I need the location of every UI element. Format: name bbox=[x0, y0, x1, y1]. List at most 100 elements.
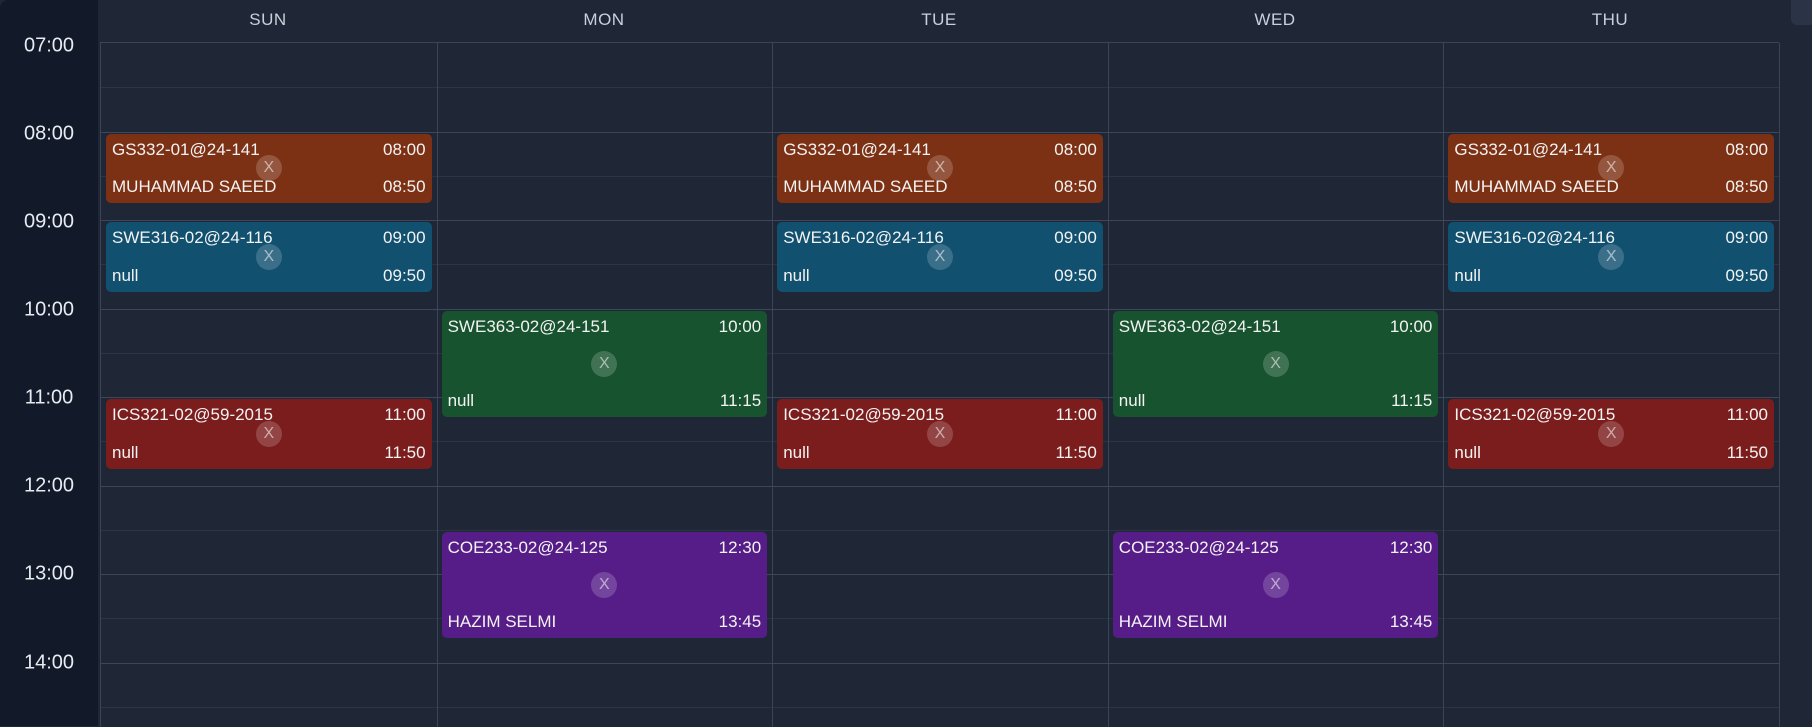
start-time: 11:00 bbox=[384, 405, 426, 424]
start-time: 10:00 bbox=[718, 316, 762, 336]
remove-event-button[interactable]: X bbox=[591, 350, 618, 377]
grid-line bbox=[101, 529, 1779, 531]
collapse-button[interactable] bbox=[1791, 0, 1812, 25]
course-event[interactable]: GS332-01@24-141 08:00 MUHAMMAD SAEED 08:50 X bbox=[1448, 133, 1774, 204]
remove-event-button[interactable]: X bbox=[1598, 155, 1625, 182]
course-event[interactable]: ICS321-02@59-2015 11:00 null 11:50 X bbox=[106, 399, 432, 469]
start-time: 11:00 bbox=[1055, 405, 1097, 424]
course-code: ICS321-02@59-2015 bbox=[1454, 405, 1616, 424]
day-column-divider bbox=[1779, 43, 1780, 727]
start-time: 12:30 bbox=[718, 537, 762, 557]
time-label-1300: 13:00 bbox=[23, 562, 75, 585]
time-label-1200: 12:00 bbox=[23, 474, 75, 497]
course-code: COE233-02@24-125 bbox=[1118, 537, 1279, 557]
course-code: SWE363-02@24-151 bbox=[447, 316, 610, 336]
day-header-wed: WED bbox=[1254, 10, 1296, 29]
instructor-name: null bbox=[783, 265, 810, 285]
end-time: 13:45 bbox=[1389, 612, 1433, 632]
course-code: SWE363-02@24-151 bbox=[1118, 316, 1281, 336]
day-column-divider bbox=[436, 43, 438, 727]
course-event[interactable]: ICS321-02@59-2015 11:00 null 11:50 X bbox=[777, 399, 1103, 469]
grid-line bbox=[101, 131, 1779, 133]
course-event[interactable]: SWE316-02@24-116 09:00 null 09:50 X bbox=[1448, 222, 1774, 292]
course-code: SWE316-02@24-116 bbox=[1454, 228, 1615, 247]
course-event[interactable]: GS332-01@24-141 08:00 MUHAMMAD SAEED 08:50 X bbox=[777, 133, 1103, 204]
instructor-name: MUHAMMAD SAEED bbox=[112, 177, 277, 197]
course-code: ICS321-02@59-2015 bbox=[112, 405, 273, 424]
schedule-grid: GS332-01@24-141 08:00 MUHAMMAD SAEED 08:50 X… bbox=[100, 0, 1812, 727]
remove-event-button[interactable]: X bbox=[255, 420, 282, 447]
course-code: COE233-02@24-125 bbox=[447, 537, 608, 557]
start-time: 08:00 bbox=[1725, 139, 1768, 159]
grid-line bbox=[101, 574, 1779, 575]
course-code: GS332-01@24-141 bbox=[1454, 139, 1603, 159]
course-code: ICS321-02@59-2015 bbox=[783, 405, 945, 424]
remove-event-button[interactable]: X bbox=[255, 155, 282, 182]
time-label-1400: 14:00 bbox=[23, 651, 75, 674]
time-label-1100: 11:00 bbox=[24, 386, 74, 409]
time-label-1000: 10:00 bbox=[23, 298, 75, 321]
start-time: 12:30 bbox=[1389, 537, 1433, 557]
remove-event-button[interactable]: X bbox=[926, 420, 953, 447]
time-label-0900: 09:00 bbox=[23, 210, 75, 233]
remove-event-button[interactable]: X bbox=[926, 155, 953, 182]
course-event[interactable]: GS332-01@24-141 08:00 MUHAMMAD SAEED 08:50 X bbox=[106, 133, 432, 204]
instructor-name: HAZIM SELMI bbox=[447, 612, 557, 632]
remove-event-button[interactable]: X bbox=[1598, 243, 1625, 270]
remove-event-button[interactable]: X bbox=[926, 243, 953, 270]
end-time: 08:50 bbox=[383, 177, 426, 197]
course-event[interactable]: SWE316-02@24-116 09:00 null 09:50 X bbox=[777, 222, 1103, 292]
course-code: GS332-01@24-141 bbox=[783, 139, 931, 159]
end-time: 11:50 bbox=[384, 442, 426, 462]
instructor-name: null bbox=[1454, 442, 1481, 462]
end-time: 08:50 bbox=[1054, 177, 1097, 197]
time-label-0800: 08:00 bbox=[23, 122, 75, 145]
grid-line bbox=[101, 87, 1779, 89]
end-time: 11:50 bbox=[1055, 442, 1097, 462]
instructor-name: HAZIM SELMI bbox=[1118, 612, 1228, 632]
start-time: 09:00 bbox=[1054, 228, 1097, 247]
end-time: 13:45 bbox=[718, 612, 762, 632]
remove-event-button[interactable]: X bbox=[255, 243, 282, 270]
remove-event-button[interactable]: X bbox=[1262, 350, 1289, 377]
course-event[interactable]: COE233-02@24-125 12:30 HAZIM SELMI 13:45 X bbox=[441, 531, 768, 639]
instructor-name: null bbox=[447, 391, 475, 411]
end-time: 11:15 bbox=[719, 391, 762, 411]
start-time: 11:00 bbox=[1726, 405, 1768, 424]
time-rail: 07:00 08:00 09:00 10:00 11:00 12:00 13:0… bbox=[0, 0, 98, 726]
start-time: 09:00 bbox=[1725, 228, 1768, 247]
grid-line bbox=[101, 352, 1779, 354]
course-event[interactable]: ICS321-02@59-2015 11:00 null 11:50 X bbox=[1448, 399, 1774, 469]
day-column-divider bbox=[1107, 43, 1109, 727]
course-event[interactable]: COE233-02@24-125 12:30 HAZIM SELMI 13:45 X bbox=[1112, 531, 1439, 639]
end-time: 11:15 bbox=[1391, 391, 1433, 411]
course-event[interactable]: SWE363-02@24-151 10:00 null 11:15 X bbox=[441, 310, 768, 418]
grid-line bbox=[101, 618, 1779, 620]
remove-event-button[interactable]: X bbox=[1598, 420, 1625, 447]
day-header-sun: SUN bbox=[249, 10, 287, 29]
instructor-name: null bbox=[783, 442, 810, 462]
course-event[interactable]: SWE363-02@24-151 10:00 null 11:15 X bbox=[1112, 310, 1439, 418]
day-header-mon: MON bbox=[583, 10, 625, 29]
instructor-name: null bbox=[112, 265, 139, 285]
course-code: SWE316-02@24-116 bbox=[112, 228, 273, 247]
remove-event-button[interactable]: X bbox=[1262, 572, 1289, 599]
day-header-thu: THU bbox=[1591, 10, 1629, 29]
end-time: 09:50 bbox=[1054, 265, 1097, 285]
instructor-name: null bbox=[1118, 391, 1146, 411]
remove-event-button[interactable]: X bbox=[591, 572, 618, 599]
day-header-tue: TUE bbox=[921, 10, 957, 29]
start-time: 10:00 bbox=[1389, 316, 1433, 336]
day-column-divider bbox=[1443, 43, 1445, 727]
grid-line bbox=[101, 220, 1779, 221]
instructor-name: null bbox=[112, 442, 139, 462]
instructor-name: MUHAMMAD SAEED bbox=[783, 177, 948, 197]
grid-line bbox=[101, 308, 1779, 310]
course-event[interactable]: SWE316-02@24-116 09:00 null 09:50 X bbox=[106, 222, 432, 292]
end-time: 09:50 bbox=[1725, 265, 1768, 285]
instructor-name: MUHAMMAD SAEED bbox=[1454, 177, 1619, 197]
start-time: 08:00 bbox=[1054, 139, 1097, 159]
end-time: 11:50 bbox=[1726, 442, 1768, 462]
grid-line bbox=[101, 485, 1779, 487]
day-column-divider bbox=[772, 43, 774, 727]
